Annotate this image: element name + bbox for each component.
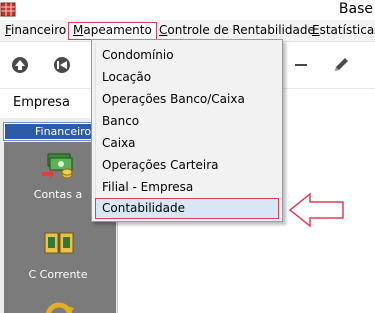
title-bar: Base — [0, 0, 375, 20]
menu-estatisticas-mnemonic: E — [312, 23, 320, 37]
first-record-icon[interactable] — [10, 55, 30, 75]
mapeamento-dropdown-menu: Condomínio Locação Operações Banco/Caixa… — [91, 39, 283, 222]
menu-controle-label: ontrole de Rentabilidade — [167, 23, 315, 37]
menu-estatisticas-label: statísticas — [319, 23, 375, 37]
menu-estatisticas[interactable]: Estatísticas — [308, 22, 375, 40]
annotation-arrow-icon — [288, 192, 344, 228]
refresh-icon[interactable] — [44, 300, 74, 313]
menu-mapeamento[interactable]: Mapeamento — [68, 22, 157, 40]
menu-item-operacoes-banco-caixa[interactable]: Operações Banco/Caixa — [95, 89, 279, 110]
app-icon — [0, 2, 16, 17]
edit-pencil-icon[interactable] — [331, 55, 351, 75]
previous-record-icon[interactable] — [52, 55, 72, 75]
menu-mapeamento-mnemonic: M — [73, 23, 84, 37]
money-icon[interactable] — [40, 150, 74, 182]
sidebar-item-c-corrente[interactable]: C Corrente — [4, 268, 112, 281]
menu-financeiro-label: inanceiro — [11, 23, 67, 37]
remove-icon[interactable] — [291, 55, 311, 75]
menu-item-locacao[interactable]: Locação — [95, 67, 279, 88]
menu-item-caixa[interactable]: Caixa — [95, 133, 279, 154]
menu-item-condominio[interactable]: Condomínio — [95, 45, 279, 66]
menu-item-contabilidade[interactable]: Contabilidade — [95, 198, 279, 219]
menu-item-operacoes-carteira[interactable]: Operações Carteira — [95, 155, 279, 176]
menu-controle-rentabilidade[interactable]: Controle de Rentabilidade — [155, 22, 319, 40]
menu-item-filial-empresa[interactable]: Filial - Empresa — [95, 177, 279, 198]
menu-mapeamento-label: apeamento — [83, 23, 152, 37]
ledger-icon[interactable] — [43, 230, 75, 256]
menu-item-banco[interactable]: Banco — [95, 111, 279, 132]
window-title: Base — [338, 1, 373, 17]
empresa-label: Empresa — [13, 95, 70, 110]
sidebar-tab-label: Financeiro — [35, 125, 92, 138]
menu-financeiro[interactable]: Financeiro — [1, 22, 70, 40]
